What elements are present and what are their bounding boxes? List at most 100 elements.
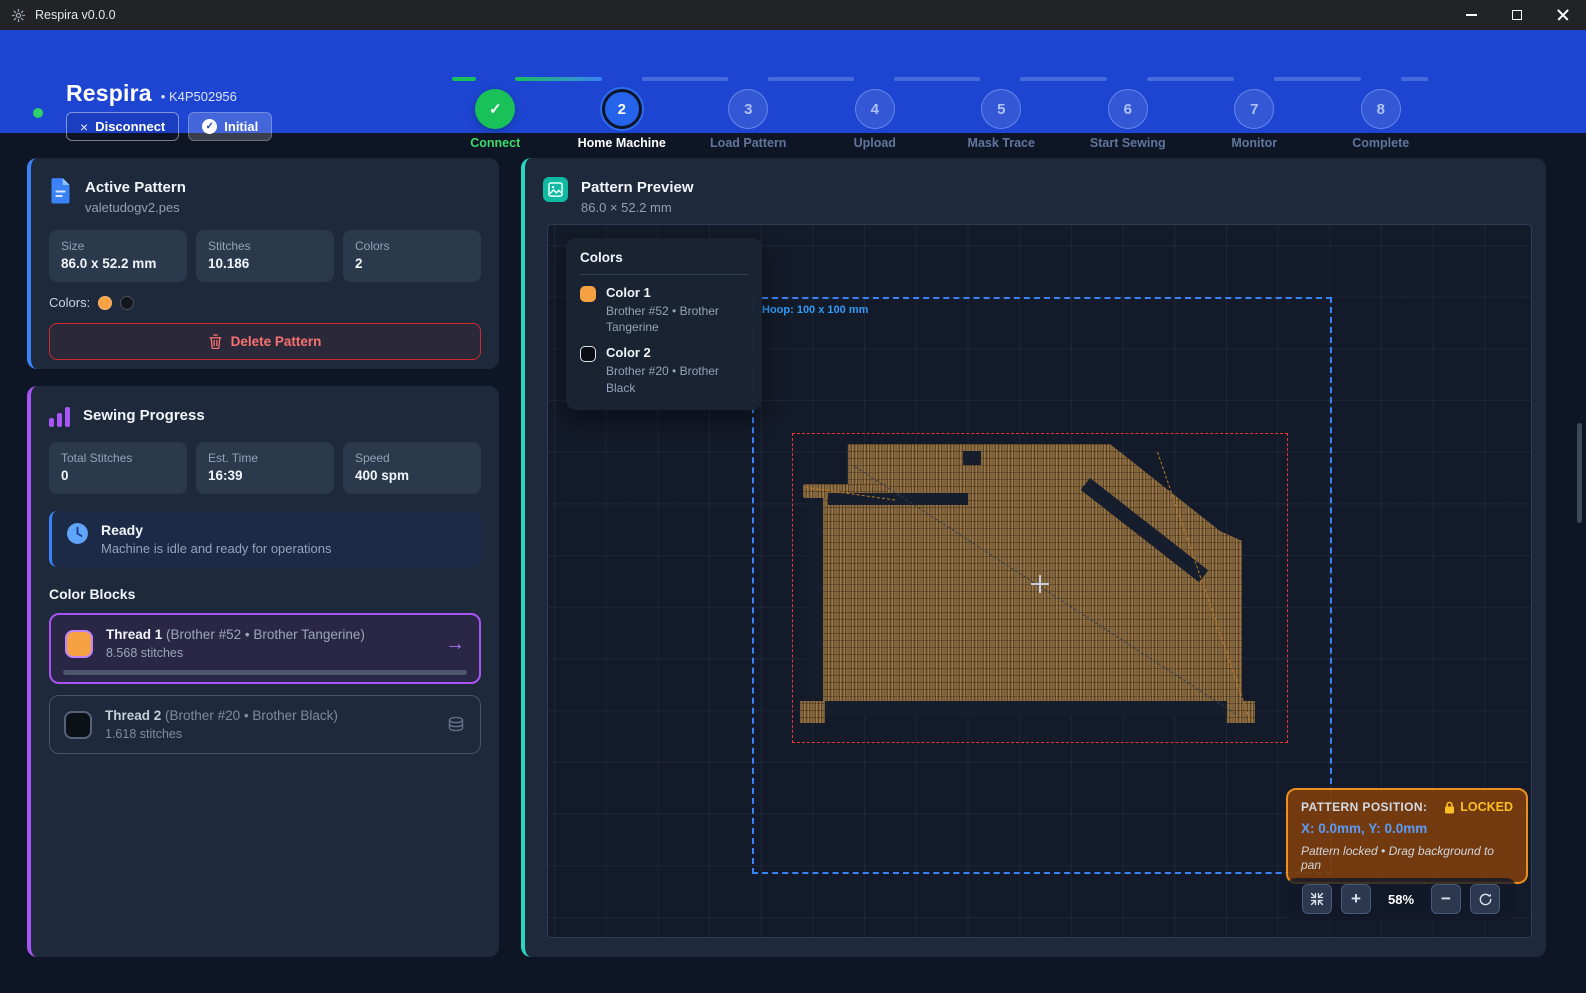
minimize-button[interactable] xyxy=(1448,0,1494,30)
legend-color-name: Color 1 xyxy=(606,285,748,300)
step-number: 3 xyxy=(728,89,768,129)
pattern-preview-panel: Pattern Preview 86.0 × 52.2 mm Hoop: 100… xyxy=(521,158,1546,957)
step-connect[interactable]: ✓ Connect xyxy=(432,89,559,150)
pattern-notch xyxy=(963,451,981,465)
thread-name: Thread 1 xyxy=(106,627,162,642)
pattern-filename: valetudogv2.pes xyxy=(85,200,186,215)
delete-pattern-button[interactable]: Delete Pattern xyxy=(49,323,481,360)
legend-swatch xyxy=(580,346,596,362)
step-label: Connect xyxy=(470,136,520,150)
step-label: Load Pattern xyxy=(710,136,786,150)
zoom-out-button[interactable]: − xyxy=(1431,884,1461,914)
app-name: Respira xyxy=(66,80,152,107)
thread-detail: (Brother #52 • Brother Tangerine) xyxy=(166,627,365,642)
stat-speed: Speed 400 spm xyxy=(343,442,481,494)
step-number: 8 xyxy=(1361,89,1401,129)
step-line xyxy=(1401,77,1428,81)
step-label: Start Sewing xyxy=(1090,136,1166,150)
step-label: Home Machine xyxy=(578,136,666,150)
connection-status-dot xyxy=(33,108,43,118)
x-icon: × xyxy=(80,119,88,135)
layers-stack-icon xyxy=(446,715,466,735)
machine-status-banner: Ready Machine is idle and ready for oper… xyxy=(49,511,481,567)
preview-canvas[interactable]: Hoop: 100 x 100 mm Colors xyxy=(547,224,1532,938)
stat-value: 0 xyxy=(61,468,175,483)
status-title: Ready xyxy=(101,522,332,538)
color-dot-orange xyxy=(98,296,112,310)
legend-color-desc: Brother #20 • Brother Black xyxy=(606,363,748,395)
stat-label: Speed xyxy=(355,451,469,465)
step-line xyxy=(515,77,602,81)
step-home-machine[interactable]: 2 Home Machine xyxy=(559,89,686,150)
stat-value: 86.0 x 52.2 mm xyxy=(61,256,175,271)
legend-item-color1: Color 1 Brother #52 • Brother Tangerine xyxy=(580,285,748,335)
machine-serial: • K4P502956 xyxy=(161,89,237,104)
minimize-icon xyxy=(1466,14,1477,16)
stepper: ✓ Connect 2 Home Machine 3 Load Pattern … xyxy=(432,89,1444,150)
window-scrollbar[interactable] xyxy=(1577,423,1582,523)
close-icon xyxy=(1557,9,1569,21)
step-monitor[interactable]: 7 Monitor xyxy=(1191,89,1318,150)
active-pattern-card: Active Pattern valetudogv2.pes Size 86.0… xyxy=(27,158,499,369)
window-title: Respira v0.0.0 xyxy=(35,8,116,22)
zoom-in-button[interactable]: + xyxy=(1341,884,1371,914)
stat-size: Size 86.0 x 52.2 mm xyxy=(49,230,187,282)
step-mask-trace[interactable]: 5 Mask Trace xyxy=(938,89,1065,150)
step-start-sewing[interactable]: 6 Start Sewing xyxy=(1065,89,1192,150)
legend-color-name: Color 2 xyxy=(606,345,748,360)
stat-label: Total Stitches xyxy=(61,451,175,465)
reset-view-button[interactable] xyxy=(1470,884,1500,914)
pattern-lock-hint: Pattern locked • Drag background to pan xyxy=(1301,844,1513,872)
step-label: Mask Trace xyxy=(968,136,1035,150)
step-done-check-icon: ✓ xyxy=(475,89,515,129)
pattern-coordinates: X: 0.0mm, Y: 0.0mm xyxy=(1301,821,1513,836)
step-line xyxy=(1020,77,1107,81)
zoom-toolbar: + 58% − xyxy=(1286,878,1516,920)
thread-row-1[interactable]: Thread 1 (Brother #52 • Brother Tangerin… xyxy=(49,613,481,684)
zoom-level: 58% xyxy=(1380,892,1422,907)
pattern-dimensions: 86.0 × 52.2 mm xyxy=(581,200,694,215)
fit-view-button[interactable] xyxy=(1302,884,1332,914)
step-complete[interactable]: 8 Complete xyxy=(1318,89,1445,150)
locked-badge: LOCKED xyxy=(1460,800,1513,814)
color-blocks-heading: Color Blocks xyxy=(49,586,481,602)
trash-icon xyxy=(209,334,222,349)
initial-label: Initial xyxy=(224,119,258,134)
check-circle-icon: ✓ xyxy=(202,119,217,134)
pattern-preview-title: Pattern Preview xyxy=(581,177,694,196)
sewing-progress-card: Sewing Progress Total Stitches 0 Est. Ti… xyxy=(27,386,499,957)
close-button[interactable] xyxy=(1540,0,1586,30)
active-pattern-title: Active Pattern xyxy=(85,177,186,196)
stat-est-time: Est. Time 16:39 xyxy=(196,442,334,494)
reset-view-icon xyxy=(1478,892,1493,907)
stat-total-stitches: Total Stitches 0 xyxy=(49,442,187,494)
fit-view-icon xyxy=(1310,892,1324,906)
step-upload[interactable]: 4 Upload xyxy=(812,89,939,150)
legend-color-desc: Brother #52 • Brother Tangerine xyxy=(606,303,748,335)
step-load-pattern[interactable]: 3 Load Pattern xyxy=(685,89,812,150)
step-number: 7 xyxy=(1234,89,1274,129)
arrow-right-icon: → xyxy=(445,634,465,654)
app-window: Respira v0.0.0 Respira • K4P502956 × Dis… xyxy=(0,0,1586,993)
thread-progress-bar xyxy=(63,670,467,675)
step-label: Monitor xyxy=(1231,136,1277,150)
stat-value: 2 xyxy=(355,256,469,271)
initial-button[interactable]: ✓ Initial xyxy=(188,112,272,141)
thread-detail: (Brother #20 • Brother Black) xyxy=(165,708,338,723)
image-icon xyxy=(543,177,568,202)
document-icon xyxy=(49,177,72,204)
stat-value: 16:39 xyxy=(208,468,322,483)
embroidery-pattern[interactable] xyxy=(800,444,1260,734)
step-line xyxy=(768,77,854,81)
titlebar: Respira v0.0.0 xyxy=(0,0,1586,30)
disconnect-label: Disconnect xyxy=(95,119,165,134)
pattern-underlay-dark xyxy=(807,501,823,697)
maximize-button[interactable] xyxy=(1494,0,1540,30)
thread-row-2[interactable]: Thread 2 (Brother #20 • Brother Black) 1… xyxy=(49,695,481,754)
stat-colors: Colors 2 xyxy=(343,230,481,282)
legend-item-color2: Color 2 Brother #20 • Brother Black xyxy=(580,345,748,395)
thread-swatch xyxy=(65,630,93,658)
step-line xyxy=(452,77,476,81)
legend-swatch xyxy=(580,286,596,302)
disconnect-button[interactable]: × Disconnect xyxy=(66,112,179,141)
